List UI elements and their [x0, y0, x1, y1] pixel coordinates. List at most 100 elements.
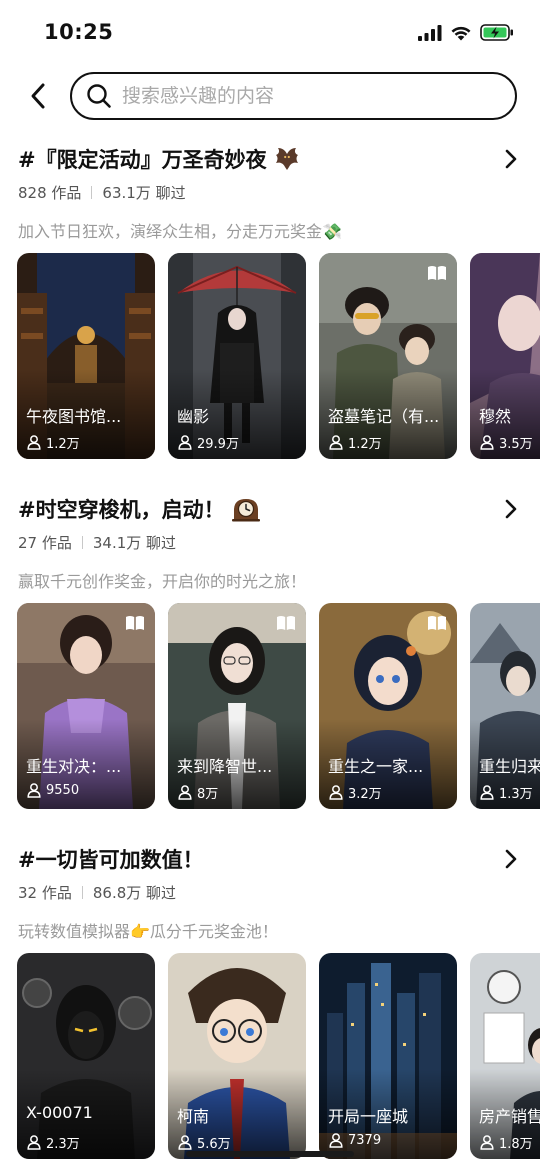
- search-box[interactable]: [70, 72, 517, 120]
- chats-count: 34.1万 聊过: [92, 534, 177, 552]
- card-chat-count: 7379: [348, 1133, 382, 1148]
- person-icon: [178, 435, 192, 450]
- card-name: 重生对决：...: [26, 757, 122, 776]
- card-stats: 3.5万: [480, 433, 533, 452]
- card-chat-count: 1.8万: [499, 1137, 533, 1152]
- character-card[interactable]: X-00071 2.3万: [17, 953, 155, 1159]
- header: [0, 70, 540, 122]
- card-chat-count: 29.9万: [197, 437, 239, 452]
- topic-section: #一切皆可加数值！ 32 作品 86.8万 聊过 玩转数值模拟器👉瓜分千元奖金池…: [0, 842, 540, 1162]
- card-row: 重生对决：... 9550 来到降智世... 8万 重生之一家... 3.2万: [0, 603, 540, 809]
- card-name: 柯南: [177, 1107, 210, 1126]
- topic-stats: 828 作品 63.1万 聊过: [18, 182, 186, 203]
- works-count: 32 作品: [18, 884, 72, 902]
- card-stats: 2.3万: [27, 1133, 80, 1152]
- stats-divider: [81, 536, 83, 549]
- home-indicator: [186, 1151, 354, 1157]
- card-chat-count: 9550: [46, 783, 80, 798]
- battery-charging-icon: [480, 24, 514, 45]
- character-card[interactable]: 盗墓笔记（有... 1.2万: [319, 253, 457, 459]
- topic-title: #『限定活动』万圣奇妙夜: [18, 148, 267, 172]
- card-name: 幽影: [177, 407, 210, 426]
- card-stats: 29.9万: [178, 433, 239, 452]
- mantel-clock-icon: [231, 496, 261, 522]
- card-row: 午夜图书馆... 1.2万 幽影 29.9万 盗墓笔记（有... 1.2万 穆然…: [0, 253, 540, 459]
- chevron-right-icon[interactable]: [500, 848, 522, 870]
- cellular-signal-icon: [418, 24, 442, 45]
- character-card[interactable]: 房产销售 1.8万: [470, 953, 540, 1159]
- card-chat-count: 3.2万: [348, 787, 382, 802]
- topic-header[interactable]: #『限定活动』万圣奇妙夜: [18, 142, 522, 176]
- character-card[interactable]: 午夜图书馆... 1.2万: [17, 253, 155, 459]
- chats-count: 86.8万 聊过: [92, 884, 177, 902]
- character-card[interactable]: 重生之一家... 3.2万: [319, 603, 457, 809]
- wifi-icon: [450, 25, 472, 45]
- card-chat-count: 8万: [197, 787, 219, 802]
- card-stats: 7379: [329, 1133, 381, 1148]
- character-card[interactable]: 柯南 5.6万: [168, 953, 306, 1159]
- card-name: 开局一座城: [328, 1107, 409, 1126]
- works-count: 27 作品: [18, 534, 72, 552]
- back-button[interactable]: [20, 78, 56, 114]
- character-card[interactable]: 穆然 3.5万: [470, 253, 540, 459]
- card-name: 重生之一家...: [328, 757, 424, 776]
- card-stats: 1.2万: [329, 433, 382, 452]
- topic-description: 加入节日狂欢，演绎众生相，分走万元奖金💸: [18, 222, 342, 241]
- card-chat-count: 5.6万: [197, 1137, 231, 1152]
- topic-section: #『限定活动』万圣奇妙夜 828 作品 63.1万 聊过 加入节日狂欢，演绎众生…: [0, 142, 540, 462]
- topic-section: #时空穿梭机，启动！ 27 作品 34.1万 聊过 赢取千元创作奖金，开启你的时…: [0, 492, 540, 812]
- person-icon: [329, 785, 343, 800]
- character-card[interactable]: 幽影 29.9万: [168, 253, 306, 459]
- book-badge-icon: [428, 266, 446, 280]
- topic-stats: 32 作品 86.8万 聊过: [18, 882, 176, 903]
- card-name: 房产销售: [479, 1107, 540, 1126]
- card-name: 穆然: [479, 407, 512, 426]
- card-stats: 1.3万: [480, 783, 533, 802]
- card-stats: 1.8万: [480, 1133, 533, 1152]
- topic-header[interactable]: #一切皆可加数值！: [18, 842, 522, 876]
- person-icon: [329, 1133, 343, 1148]
- topic-stats: 27 作品 34.1万 聊过: [18, 532, 176, 553]
- search-input[interactable]: [122, 85, 482, 107]
- person-icon: [480, 1135, 494, 1150]
- card-name: 盗墓笔记（有...: [328, 407, 440, 426]
- person-icon: [27, 783, 41, 798]
- status-icons: [418, 24, 514, 45]
- works-count: 828 作品: [18, 184, 82, 202]
- character-card[interactable]: 来到降智世... 8万: [168, 603, 306, 809]
- character-card[interactable]: 重生对决：... 9550: [17, 603, 155, 809]
- bat-icon: [273, 146, 301, 172]
- card-chat-count: 2.3万: [46, 1137, 80, 1152]
- card-name: 重生归来: [479, 757, 540, 776]
- card-stats: 9550: [27, 783, 79, 798]
- chevron-right-icon[interactable]: [500, 148, 522, 170]
- card-stats: 5.6万: [178, 1133, 231, 1152]
- stats-divider: [91, 186, 93, 199]
- card-row: X-00071 2.3万 柯南 5.6万 开局一座城 7379 房产销售 1.8…: [0, 953, 540, 1159]
- person-icon: [480, 785, 494, 800]
- status-time: 10:25: [44, 20, 114, 44]
- topic-title: #时空穿梭机，启动！: [18, 498, 225, 522]
- character-card[interactable]: 开局一座城 7379: [319, 953, 457, 1159]
- person-icon: [329, 435, 343, 450]
- book-badge-icon: [428, 616, 446, 630]
- person-icon: [178, 785, 192, 800]
- person-icon: [480, 435, 494, 450]
- card-chat-count: 1.2万: [348, 437, 382, 452]
- card-stats: 8万: [178, 783, 218, 802]
- book-badge-icon: [277, 616, 295, 630]
- person-icon: [27, 435, 41, 450]
- card-stats: 3.2万: [329, 783, 382, 802]
- chevron-left-icon: [31, 83, 45, 109]
- card-name: 来到降智世...: [177, 757, 273, 776]
- topic-title: #一切皆可加数值！: [18, 848, 204, 872]
- character-card[interactable]: 重生归来 1.3万: [470, 603, 540, 809]
- card-chat-count: 1.3万: [499, 787, 533, 802]
- status-bar: 10:25: [0, 0, 540, 66]
- card-chat-count: 3.5万: [499, 437, 533, 452]
- topic-header[interactable]: #时空穿梭机，启动！: [18, 492, 522, 526]
- book-badge-icon: [126, 616, 144, 630]
- stats-divider: [81, 886, 83, 899]
- chevron-right-icon[interactable]: [500, 498, 522, 520]
- chats-count: 63.1万 聊过: [102, 184, 186, 202]
